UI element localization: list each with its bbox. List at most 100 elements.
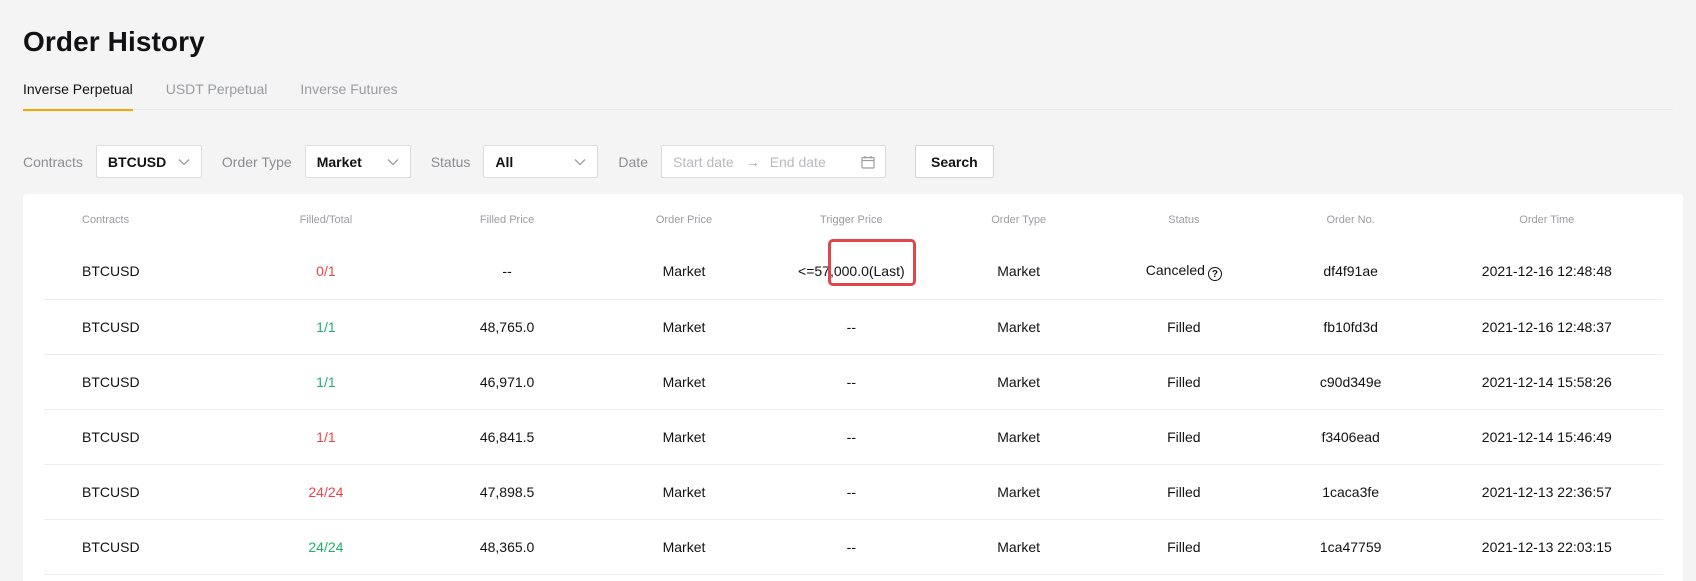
- cell-order-no: 1caca3fe: [1270, 464, 1431, 520]
- cell-filled-total: 1/1: [243, 409, 409, 465]
- cell-filled-price: --: [408, 244, 606, 300]
- cell-order-no: f3406ead: [1270, 409, 1431, 465]
- table-row[interactable]: BTCUSD 1/1 46,971.0 Market -- Market Fil…: [44, 354, 1663, 410]
- contracts-select[interactable]: BTCUSD: [95, 145, 202, 178]
- table-row[interactable]: BTCUSD 0/1 -- Market <=57,000.0(Last) Ma…: [44, 244, 1663, 300]
- cell-contract: BTCUSD: [44, 519, 244, 575]
- cell-trigger-price: --: [762, 519, 941, 575]
- header-order-price: Order Price: [655, 214, 713, 226]
- header-order-no: Order No.: [1326, 214, 1375, 226]
- cell-status: Filled: [1097, 409, 1271, 465]
- cell-order-time: 2021-12-14 15:58:26: [1430, 354, 1663, 410]
- cell-order-no: fb10fd3d: [1270, 299, 1431, 355]
- filter-bar: Contracts BTCUSD Order Type Market Statu…: [23, 145, 994, 178]
- cell-contract: BTCUSD: [44, 409, 244, 465]
- cell-trigger-price: --: [762, 464, 941, 520]
- header-order-time: Order Time: [1519, 214, 1575, 226]
- order-type-select-value: Market: [316, 153, 362, 170]
- cell-contract: BTCUSD: [44, 464, 244, 520]
- cell-status: Filled: [1097, 519, 1271, 575]
- table-row[interactable]: BTCUSD 1/1 46,841.5 Market -- Market Fil…: [44, 409, 1663, 465]
- status-text: Canceled: [1145, 261, 1205, 278]
- order-history-table: Contracts Filled/Total Filled Price Orde…: [44, 194, 1663, 575]
- table-row[interactable]: BTCUSD 24/24 48,365.0 Market -- Market F…: [44, 519, 1663, 575]
- tab-inverse-perpetual[interactable]: Inverse Perpetual: [23, 78, 133, 111]
- cell-order-type: Market: [940, 519, 1097, 575]
- cell-trigger-price: <=57,000.0(Last): [762, 244, 941, 300]
- cell-filled-price: 46,971.0: [408, 354, 606, 410]
- order-table-card: Contracts Filled/Total Filled Price Orde…: [23, 194, 1683, 581]
- cell-order-type: Market: [940, 464, 1097, 520]
- cell-trigger-price: --: [762, 409, 941, 465]
- header-filled-total: Filled/Total: [299, 214, 353, 226]
- date-range-picker[interactable]: Start date → End date: [660, 145, 886, 178]
- status-select-value: All: [495, 153, 514, 170]
- contracts-select-value: BTCUSD: [107, 153, 167, 170]
- header-trigger-price: Trigger Price: [820, 214, 883, 226]
- cell-filled-price: 46,841.5: [408, 409, 606, 465]
- cell-order-type: Market: [940, 299, 1097, 355]
- tab-usdt-perpetual[interactable]: USDT Perpetual: [166, 78, 268, 110]
- search-button[interactable]: Search: [914, 145, 994, 178]
- contract-tabs: Inverse Perpetual USDT Perpetual Inverse…: [23, 78, 1673, 111]
- order-history-page: Order History Inverse Perpetual USDT Per…: [0, 0, 1696, 581]
- cell-contract: BTCUSD: [44, 354, 244, 410]
- cell-filled-total: 1/1: [243, 299, 409, 355]
- cell-filled-price: 48,765.0: [408, 299, 606, 355]
- cell-filled-price: 47,898.5: [408, 464, 606, 520]
- status-select[interactable]: All: [483, 145, 599, 178]
- order-type-select[interactable]: Market: [304, 145, 411, 178]
- header-order-type: Order Type: [991, 214, 1047, 226]
- status-label: Status: [430, 153, 471, 170]
- table-row[interactable]: BTCUSD 24/24 47,898.5 Market -- Market F…: [44, 464, 1663, 520]
- chevron-down-icon: [386, 155, 400, 169]
- cell-filled-total: 24/24: [243, 519, 409, 575]
- table-header-row: Contracts Filled/Total Filled Price Orde…: [44, 194, 1663, 244]
- header-status: Status: [1168, 214, 1200, 226]
- tab-inverse-futures[interactable]: Inverse Futures: [300, 78, 397, 110]
- cell-order-type: Market: [940, 354, 1097, 410]
- cell-trigger-price: --: [762, 354, 941, 410]
- header-contracts: Contracts: [82, 214, 130, 226]
- contracts-label: Contracts: [23, 153, 83, 170]
- cell-order-no: c90d349e: [1270, 354, 1431, 410]
- cell-trigger-price: --: [762, 299, 941, 355]
- cell-order-price: Market: [605, 519, 763, 575]
- cell-order-no: df4f91ae: [1270, 244, 1431, 300]
- cell-order-time: 2021-12-16 12:48:48: [1430, 244, 1663, 300]
- question-circle-icon[interactable]: ?: [1207, 267, 1222, 281]
- cell-filled-total: 0/1: [243, 244, 409, 300]
- cell-order-time: 2021-12-13 22:36:57: [1430, 464, 1663, 520]
- cell-filled-price: 48,365.0: [408, 519, 606, 575]
- cell-status: Filled: [1097, 354, 1271, 410]
- cell-status: Filled: [1097, 464, 1271, 520]
- arrow-right-icon: →: [745, 153, 760, 170]
- cell-order-price: Market: [605, 354, 763, 410]
- cell-filled-total: 24/24: [243, 464, 409, 520]
- start-date-input[interactable]: Start date: [673, 154, 734, 170]
- page-title: Order History: [23, 26, 205, 57]
- cell-order-price: Market: [605, 409, 763, 465]
- chevron-down-icon: [573, 155, 587, 169]
- date-label: Date: [618, 153, 648, 170]
- cell-order-price: Market: [605, 299, 763, 355]
- cell-contract: BTCUSD: [44, 244, 244, 300]
- cell-order-no: 1ca47759: [1270, 519, 1431, 575]
- cell-status: Filled: [1097, 299, 1271, 355]
- end-date-input[interactable]: End date: [770, 154, 826, 170]
- cell-order-price: Market: [605, 244, 763, 300]
- cell-filled-total: 1/1: [243, 354, 409, 410]
- chevron-down-icon: [177, 155, 191, 169]
- cell-order-type: Market: [940, 409, 1097, 465]
- table-row[interactable]: BTCUSD 1/1 48,765.0 Market -- Market Fil…: [44, 299, 1663, 355]
- cell-order-price: Market: [605, 464, 763, 520]
- cell-status: Canceled?: [1097, 244, 1271, 300]
- cell-order-time: 2021-12-14 15:46:49: [1430, 409, 1663, 465]
- header-filled-price: Filled Price: [479, 214, 535, 226]
- cell-order-time: 2021-12-13 22:03:15: [1430, 519, 1663, 575]
- cell-order-type: Market: [940, 244, 1097, 300]
- order-type-label: Order Type: [221, 153, 292, 170]
- cell-order-time: 2021-12-16 12:48:37: [1430, 299, 1663, 355]
- cell-contract: BTCUSD: [44, 299, 244, 355]
- calendar-icon: [861, 155, 875, 169]
